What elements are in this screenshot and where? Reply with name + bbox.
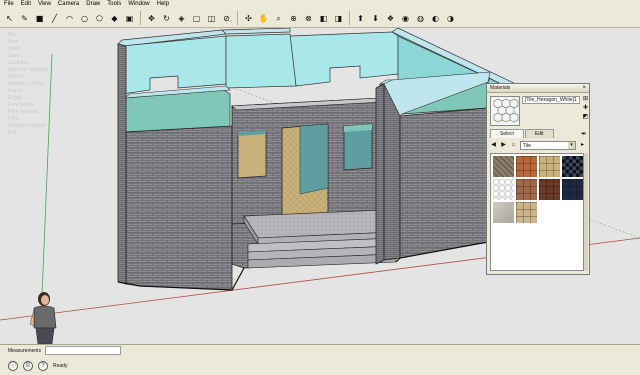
measurements-input[interactable] [45, 346, 122, 355]
measurements-bar: Measurements [0, 344, 640, 356]
menu-bar: File Edit View Camera Draw Tools Window Help [0, 0, 640, 9]
get-models-icon[interactable]: ⬆ [354, 12, 367, 25]
eraser-icon[interactable]: ✎ [18, 12, 31, 25]
circle-icon[interactable]: ○ [78, 12, 91, 25]
google-earth-icon[interactable]: ◐ [429, 12, 442, 25]
line-icon[interactable]: ╱ [48, 12, 61, 25]
styles-icon[interactable]: ◍ [414, 12, 427, 25]
materials-panel-title: Materials [490, 85, 511, 91]
extension-icon[interactable]: ◑ [444, 12, 457, 25]
help-icon[interactable]: ? [38, 360, 48, 371]
scale-icon[interactable]: ▢ [190, 12, 203, 25]
arc-icon[interactable]: ◠ [63, 12, 76, 25]
swatch-tile-brown[interactable] [516, 179, 537, 200]
back-icon[interactable]: ◀ [490, 141, 497, 150]
share-model-icon[interactable]: ⬇ [369, 12, 382, 25]
swatch-tile-diamond-gray[interactable] [493, 156, 514, 177]
material-name-field[interactable]: [Tile_Hexagon_White]1 [522, 96, 580, 104]
close-icon[interactable]: × [582, 85, 586, 91]
materials-panel-titlebar[interactable]: Materials × [487, 84, 589, 93]
rectangle-icon[interactable]: ■ [33, 12, 46, 25]
paint-bucket-icon[interactable]: ◆ [108, 12, 121, 25]
swatch-tile-stone-gray[interactable] [493, 202, 514, 223]
library-select[interactable]: Tile ▾ [520, 141, 576, 150]
geo-location-icon[interactable]: ⓘ [8, 360, 18, 371]
details-icon[interactable]: ▸ [579, 141, 586, 150]
menu-tools[interactable]: Tools [107, 0, 121, 9]
credits-icon[interactable]: © [23, 360, 33, 371]
components-icon[interactable]: ❖ [384, 12, 397, 25]
menu-help[interactable]: Help [157, 0, 169, 9]
materials-icon[interactable]: ◉ [399, 12, 412, 25]
swatch-scrollbar[interactable] [584, 153, 588, 271]
status-bar: ⓘ © ? Ready [0, 356, 640, 375]
next-view-icon[interactable]: ◨ [332, 12, 345, 25]
swatch-tile-hexagon-white[interactable] [493, 179, 514, 200]
toolbar-separator [349, 11, 350, 25]
menu-view[interactable]: View [38, 0, 51, 9]
zoom-extents-icon[interactable]: ⊗ [302, 12, 315, 25]
scale-figure [29, 292, 57, 344]
tape-measure-icon[interactable]: ⊘ [220, 12, 233, 25]
create-material-icon[interactable]: ✚ [582, 105, 589, 112]
orbit-icon[interactable]: ✣ [242, 12, 255, 25]
rotate-icon[interactable]: ↻ [160, 12, 173, 25]
material-preview [490, 96, 520, 126]
menu-edit[interactable]: Edit [21, 0, 31, 9]
tab-select[interactable]: Select [490, 129, 524, 138]
menu-camera[interactable]: Camera [58, 0, 79, 9]
menu-draw[interactable]: Draw [86, 0, 100, 9]
sample-paint-icon[interactable]: ✒ [581, 130, 587, 138]
chevron-down-icon[interactable]: ▾ [568, 142, 575, 149]
toolbar-separator [237, 11, 238, 25]
measurements-label: Measurements [8, 347, 42, 354]
home-icon[interactable]: ⌂ [510, 141, 517, 150]
follow-me-icon[interactable]: ◈ [175, 12, 188, 25]
model-viewport[interactable]: File New Open Save Save As... Save As Templat… [0, 28, 640, 344]
menu-file[interactable]: File [4, 0, 14, 9]
forward-icon[interactable]: ▶ [500, 141, 507, 150]
polygon-icon[interactable]: ⬠ [93, 12, 106, 25]
material-swatch-list[interactable] [490, 153, 584, 271]
library-select-value: Tile [523, 143, 531, 149]
previous-view-icon[interactable]: ◧ [317, 12, 330, 25]
move-icon[interactable]: ✥ [145, 12, 158, 25]
swatch-tile-beige[interactable] [539, 156, 560, 177]
display-secondary-icon[interactable]: ⊞ [582, 96, 589, 103]
zoom-icon[interactable]: ⌕ [272, 12, 285, 25]
push-pull-icon[interactable]: ▣ [123, 12, 136, 25]
materials-panel[interactable]: Materials × [Tile_Hexagon_White]1 ⊞ ✚ ◩ … [486, 83, 590, 275]
zoom-window-icon[interactable]: ⊕ [287, 12, 300, 25]
menu-window[interactable]: Window [128, 0, 149, 9]
main-toolbar: ↖ ✎ ■ ╱ ◠ ○ ⬠ ◆ ▣ ✥ ↻ ◈ ▢ ◫ ⊘ ✣ ✋ ⌕ ⊕ ⊗ ◧ ◨ ⬆ ⬇ ❖ ◉ ◍ ◐ ◑ [0, 9, 640, 28]
select-icon[interactable]: ↖ [3, 12, 16, 25]
default-material-icon[interactable]: ◩ [582, 114, 589, 121]
toolbar-separator [140, 11, 141, 25]
swatch-tile-checker-black[interactable] [562, 156, 583, 177]
pan-icon[interactable]: ✋ [257, 12, 270, 25]
swatch-tile-navy[interactable] [562, 179, 583, 200]
swatch-tile-terracotta[interactable] [516, 156, 537, 177]
offset-icon[interactable]: ◫ [205, 12, 218, 25]
swatch-tile-dark-red[interactable] [539, 179, 560, 200]
tab-edit[interactable]: Edit [524, 129, 554, 138]
status-text: Ready [53, 362, 68, 369]
swatch-tile-sandstone[interactable] [516, 202, 537, 223]
